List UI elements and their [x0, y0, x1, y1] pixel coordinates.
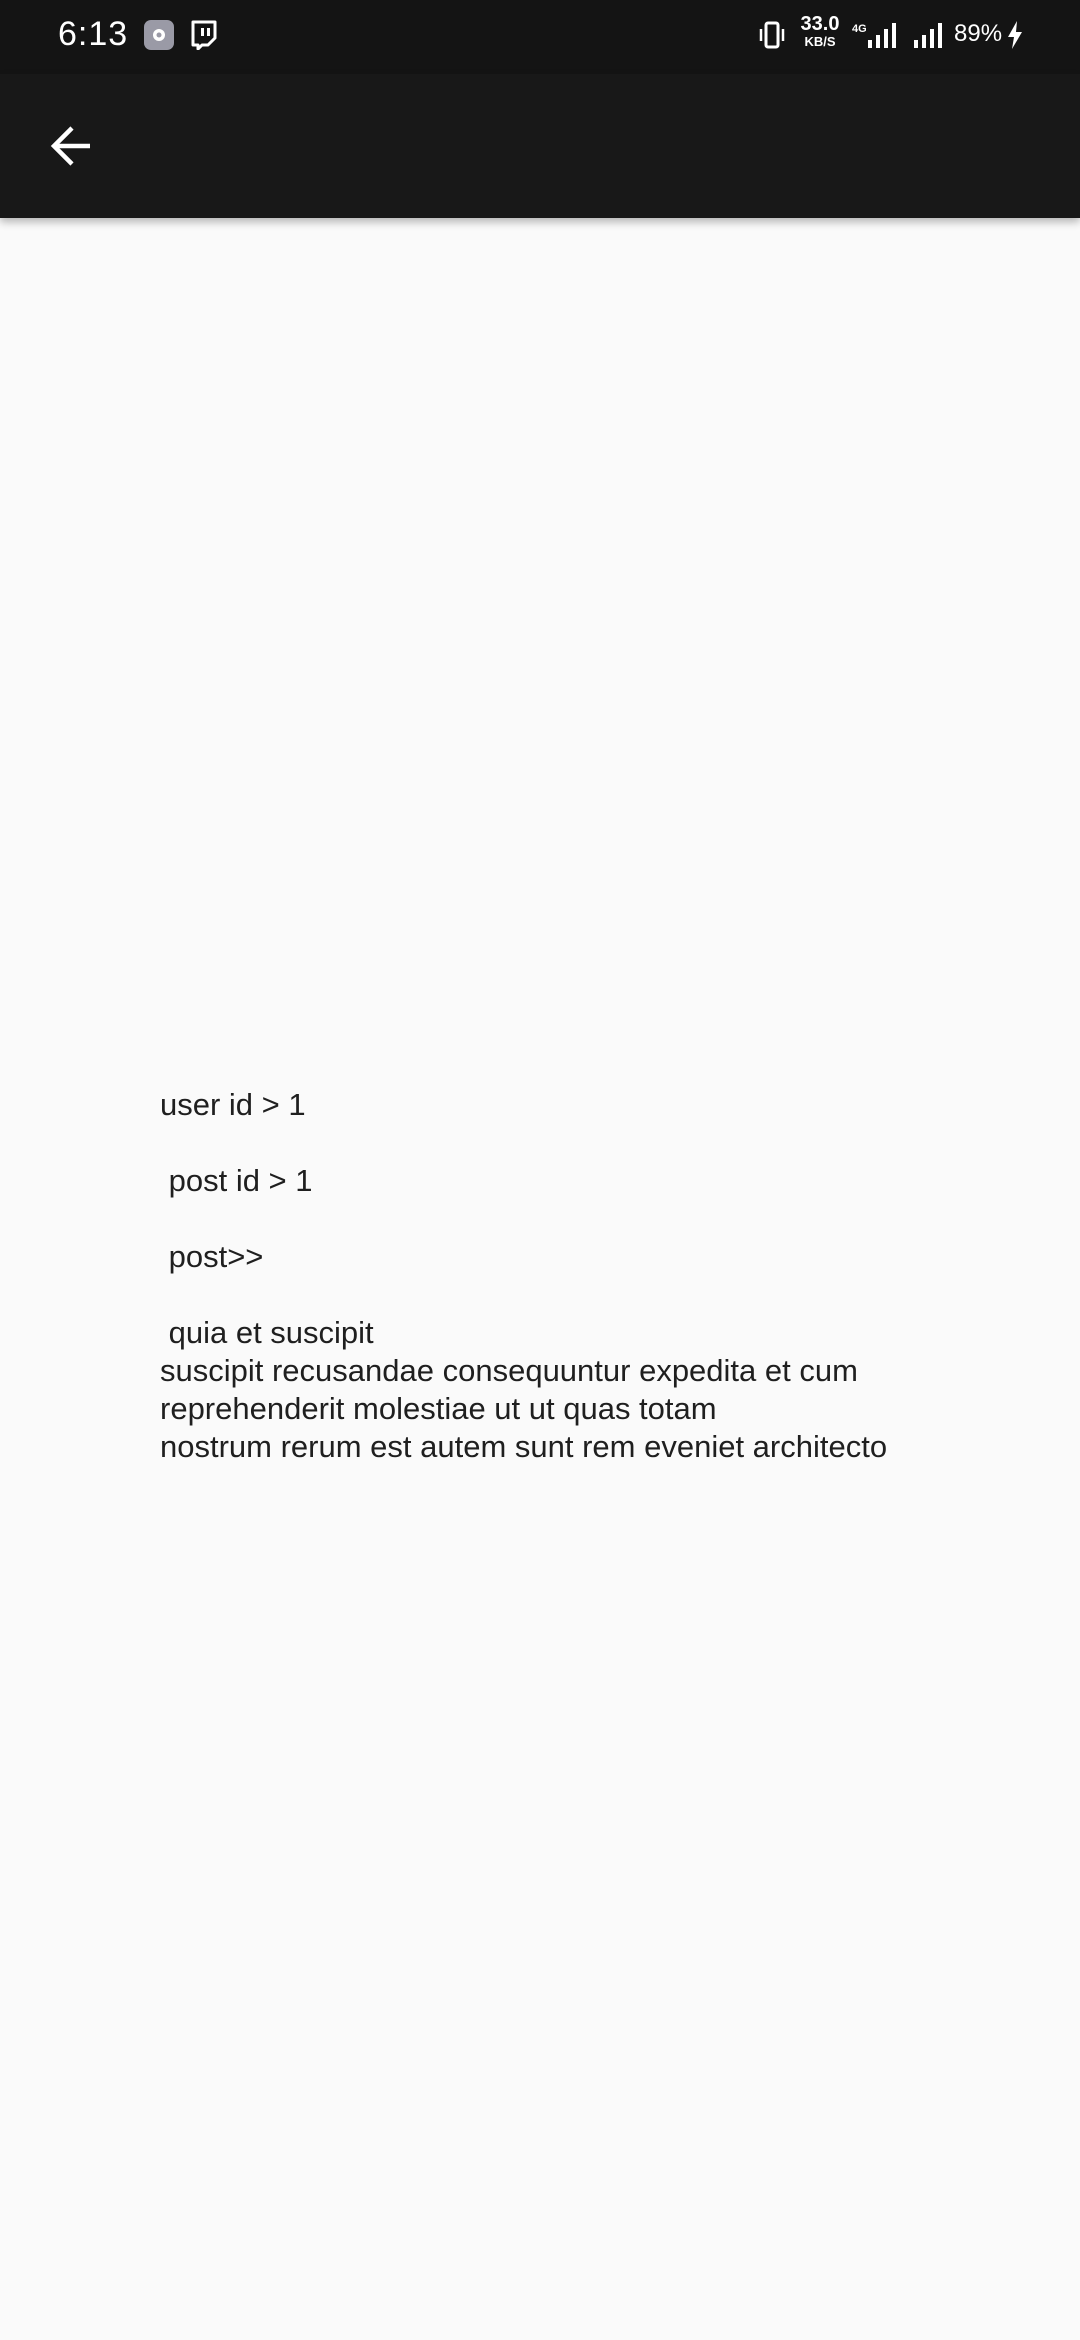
- arrow-left-icon: [50, 126, 90, 166]
- twitch-icon: [190, 20, 218, 51]
- network-type-label: 4G: [852, 23, 867, 35]
- post-label-text: post>>: [160, 1239, 264, 1274]
- charging-icon: [1006, 20, 1024, 50]
- status-time: 6:13: [58, 15, 129, 53]
- vibrate-icon: [758, 19, 786, 53]
- post-body-text: quia et suscipit suscipit recusandae con…: [160, 1315, 888, 1464]
- post-id-text: post id > 1: [160, 1163, 313, 1198]
- battery-percentage: 89%: [954, 20, 1003, 47]
- settings-notification-icon: [144, 20, 174, 50]
- network-speed: 33.0 KB/S: [798, 14, 842, 48]
- status-bar: 6:13 33.0 KB/S 4G 89%: [0, 0, 1080, 74]
- network-speed-unit: KB/S: [804, 34, 836, 49]
- signal-icon: [912, 20, 948, 50]
- signal-4g-icon: 4G: [850, 20, 900, 50]
- user-id-text: user id > 1: [160, 1087, 306, 1122]
- app-bar: [0, 74, 1080, 218]
- network-speed-value: 33.0: [800, 13, 840, 35]
- back-button[interactable]: [24, 98, 120, 194]
- post-details: user id > 1 post id > 1 post>> quia et s…: [160, 1086, 1020, 1466]
